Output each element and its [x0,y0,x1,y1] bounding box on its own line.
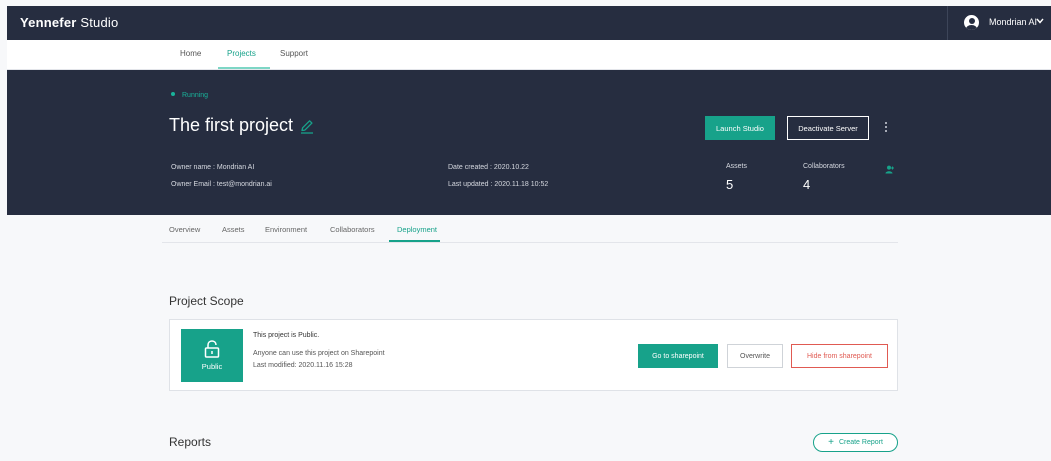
user-menu[interactable]: Mondrian AI [947,6,1051,40]
assets-label: Assets [726,163,748,170]
unlock-icon [204,340,220,358]
project-scope-card: Public This project is Public. Anyone ca… [169,319,898,391]
project-title: The first project [169,115,294,135]
status-badge: Running [171,92,208,99]
scope-last-modified: Last modified: 2020.11.16 15:28 [253,362,353,369]
brand-logo[interactable]: Yennefer Studio [20,15,118,30]
scope-visibility-text: This project is Public. [253,332,320,339]
status-dot-icon [171,92,175,97]
date-created: Date created : 2020.10.22 [448,164,529,171]
tab-environment[interactable]: Environment [265,225,307,234]
edit-pencil-icon[interactable] [299,118,315,134]
chevron-down-icon [1036,18,1044,24]
public-badge: Public [181,329,243,382]
main-nav: Home Projects Support [7,40,1051,70]
add-collaborator-icon[interactable] [885,165,895,174]
nav-active-indicator [218,67,270,69]
owner-email: Owner Email : test@mondrian.ai [171,181,272,188]
deactivate-server-button[interactable]: Deactivate Server [787,116,869,140]
tab-collaborators[interactable]: Collaborators [330,225,375,234]
collaborators-label: Collaborators [803,163,845,170]
more-options-icon[interactable] [883,122,889,134]
scope-description-text: Anyone can use this project on Sharepoin… [253,350,385,357]
nav-item-projects[interactable]: Projects [227,49,256,58]
overwrite-button[interactable]: Overwrite [727,344,783,368]
go-to-sharepoint-button[interactable]: Go to sharepoint [638,344,718,368]
tab-overview[interactable]: Overview [169,225,200,234]
last-updated: Last updated : 2020.11.18 10:52 [448,181,549,188]
user-avatar-icon [964,15,979,30]
launch-studio-button[interactable]: Launch Studio [705,116,775,140]
owner-name: Owner name : Mondrian AI [171,164,255,171]
user-name: Mondrian AI [989,17,1038,27]
top-bar: Yennefer Studio Mondrian AI [7,6,1051,40]
nav-item-support[interactable]: Support [280,49,308,58]
project-header: Running The first project Launch Studio … [7,70,1051,215]
public-badge-label: Public [201,362,223,371]
tab-active-indicator [389,240,440,242]
nav-item-home[interactable]: Home [180,49,201,58]
project-scope-title: Project Scope [169,294,244,308]
tab-assets[interactable]: Assets [222,225,245,234]
collaborators-count: 4 [803,177,811,192]
create-report-label: Create Report [838,439,883,446]
hide-from-sharepoint-button[interactable]: Hide from sharepoint [791,344,888,368]
assets-count: 5 [726,177,734,192]
plus-icon: + [828,437,834,448]
reports-title: Reports [169,435,212,449]
tab-deployment[interactable]: Deployment [397,225,437,234]
project-tabs: Overview Assets Environment Collaborator… [162,215,898,243]
create-report-button[interactable]: + Create Report [813,433,898,452]
